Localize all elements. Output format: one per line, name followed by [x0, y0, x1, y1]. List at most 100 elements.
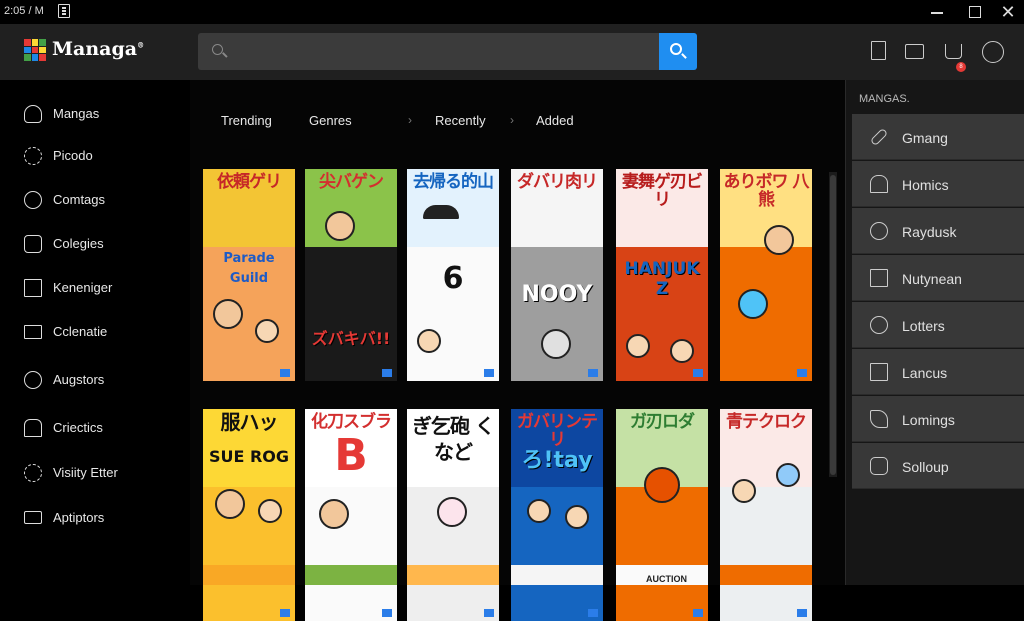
- sidebar-item-aptiptors[interactable]: Aptiptors: [24, 506, 184, 530]
- manga-cover[interactable]: 服ハッ SUE ROG: [203, 409, 295, 621]
- sidebar-item-colegies[interactable]: Colegies: [24, 232, 184, 256]
- panel-item-lotters[interactable]: Lotters: [852, 302, 1024, 348]
- home-icon: [24, 419, 42, 437]
- sidebar-item-comtags[interactable]: Comtags: [24, 188, 184, 212]
- sidebar-item-criectics[interactable]: Criectics: [24, 416, 184, 440]
- manga-cover[interactable]: [511, 565, 603, 585]
- panel-item-raydusk[interactable]: Raydusk: [852, 208, 1024, 254]
- folder-icon: [24, 235, 42, 253]
- user-icon: [24, 105, 42, 123]
- tab-recently[interactable]: Recently: [435, 113, 486, 128]
- manga-subtitle: B: [334, 430, 368, 481]
- character-art: [626, 334, 650, 358]
- bookmark-icon[interactable]: [866, 38, 890, 64]
- tab-added[interactable]: Added: [536, 113, 574, 128]
- app-name-text: Managa: [52, 38, 138, 60]
- sidebar-item-label: Colegies: [53, 236, 104, 251]
- sidebar-item-keneniger[interactable]: Keneniger: [24, 276, 184, 300]
- manga-cover[interactable]: 妻舞ゲ刃ビリ HANJUK Z: [616, 169, 708, 381]
- manga-cover[interactable]: ガバリンテリ ろ!tay: [511, 409, 603, 621]
- power-icon: [24, 371, 42, 389]
- manga-subtitle: ろ!tay: [521, 448, 593, 473]
- minimize-button[interactable]: [925, 2, 949, 22]
- search-bar[interactable]: [198, 33, 660, 70]
- character-art: [565, 505, 589, 529]
- character-art: [732, 479, 756, 503]
- bookmark-icon: [693, 609, 703, 617]
- search-button[interactable]: [659, 33, 697, 70]
- manga-cover[interactable]: [720, 565, 812, 585]
- sidebar-item-label: Keneniger: [53, 280, 113, 295]
- manga-cover[interactable]: ダバリ肉リ NOOY: [511, 169, 603, 381]
- sidebar-item-label: Picodo: [53, 148, 93, 163]
- panel-item-homics[interactable]: Homics: [852, 161, 1024, 207]
- panel-item-lancus[interactable]: Lancus: [852, 349, 1024, 395]
- manga-cover[interactable]: 去帰る的山 6: [407, 169, 499, 381]
- manga-subtitle: 6: [442, 261, 464, 296]
- sidebar-item-label: Aptiptors: [53, 510, 105, 525]
- manga-title: ぎ乞砲 くなど: [412, 414, 495, 464]
- clipboard-icon: [870, 363, 888, 381]
- star-icon: [870, 410, 888, 428]
- pen-icon: [869, 127, 889, 147]
- manga-title: ありボワ 八熊: [723, 172, 810, 210]
- bookmark-icon: [588, 609, 598, 617]
- bookmark-icon: [797, 609, 807, 617]
- sidebar-item-picodo[interactable]: Picodo: [24, 144, 184, 168]
- bookmark-icon: [484, 369, 494, 377]
- manga-cover[interactable]: ぎ乞砲 くなど: [407, 409, 499, 621]
- panel-empty-area: [852, 490, 1024, 585]
- manga-cover[interactable]: [407, 565, 499, 585]
- scrollbar-thumb[interactable]: [830, 175, 836, 475]
- building-icon: [870, 175, 888, 193]
- tab-trending[interactable]: Trending: [221, 113, 272, 128]
- document-icon: [870, 269, 888, 287]
- manga-cover[interactable]: ありボワ 八熊: [720, 169, 812, 381]
- window-icon[interactable]: [902, 38, 926, 64]
- manga-cover[interactable]: 青テクロク: [720, 409, 812, 621]
- panel-item-lomings[interactable]: Lomings: [852, 396, 1024, 442]
- close-button[interactable]: ✕: [996, 2, 1020, 22]
- file-icon: [870, 457, 888, 475]
- manga-cover[interactable]: [203, 565, 295, 585]
- chat-icon: [24, 191, 42, 209]
- sidebar-item-cclenatie[interactable]: Cclenatie: [24, 320, 184, 344]
- manga-cover[interactable]: AUCTION: [616, 565, 708, 585]
- bookmark-icon: [280, 609, 290, 617]
- keyboard-icon: [24, 511, 42, 524]
- panel-item-label: Lomings: [902, 412, 955, 428]
- manga-title: 青テクロク: [726, 412, 807, 432]
- app-header: Managa® 8: [0, 24, 1024, 80]
- manga-title: ダバリ肉リ: [517, 172, 598, 192]
- sidebar-item-mangas[interactable]: Mangas: [24, 102, 184, 126]
- sidebar-item-augstors[interactable]: Augstors: [24, 368, 184, 392]
- manga-cover[interactable]: 化刀スブラ B: [305, 409, 397, 621]
- manga-cover[interactable]: 依頼ゲリ Parade Guild: [203, 169, 295, 381]
- manga-title: ガ刃ロダ: [630, 412, 695, 432]
- manga-cover[interactable]: ガ刃ロダ: [616, 409, 708, 621]
- manga-cover[interactable]: [305, 565, 397, 585]
- manga-cover[interactable]: 尖バゲン ズバキバ!!: [305, 169, 397, 381]
- clock: 2:05 / M: [4, 5, 44, 17]
- manga-title: 尖バゲン: [319, 172, 384, 192]
- sidebar-item-label: Criectics: [53, 420, 103, 435]
- character-art: [258, 499, 282, 523]
- panel-item-nutynean[interactable]: Nutynean: [852, 255, 1024, 301]
- maximize-button[interactable]: [962, 2, 986, 22]
- character-art: [738, 289, 768, 319]
- panel-item-label: Solloup: [902, 459, 949, 475]
- panel-item-label: Lancus: [902, 365, 948, 381]
- character-art: [417, 329, 441, 353]
- notepad-icon[interactable]: [58, 4, 70, 18]
- manga-browser: Trending Genres › Recently › Added 依頼ゲリ …: [190, 80, 845, 621]
- panel-item-gmang[interactable]: Gmang: [852, 114, 1024, 160]
- panel-item-solloup[interactable]: Solloup: [852, 443, 1024, 489]
- right-panel: MANGAS. Gmang Homics Raydusk Nutynean Lo…: [845, 80, 1024, 585]
- tab-genres[interactable]: Genres: [309, 113, 352, 128]
- panel-title: MANGAS.: [859, 93, 910, 105]
- notification-icon[interactable]: [942, 38, 966, 64]
- character-art: [325, 211, 355, 241]
- sidebar-item-visiity-etter[interactable]: Visiity Etter: [24, 461, 184, 485]
- search-input[interactable]: [234, 41, 634, 61]
- chat-icon[interactable]: [981, 38, 1005, 64]
